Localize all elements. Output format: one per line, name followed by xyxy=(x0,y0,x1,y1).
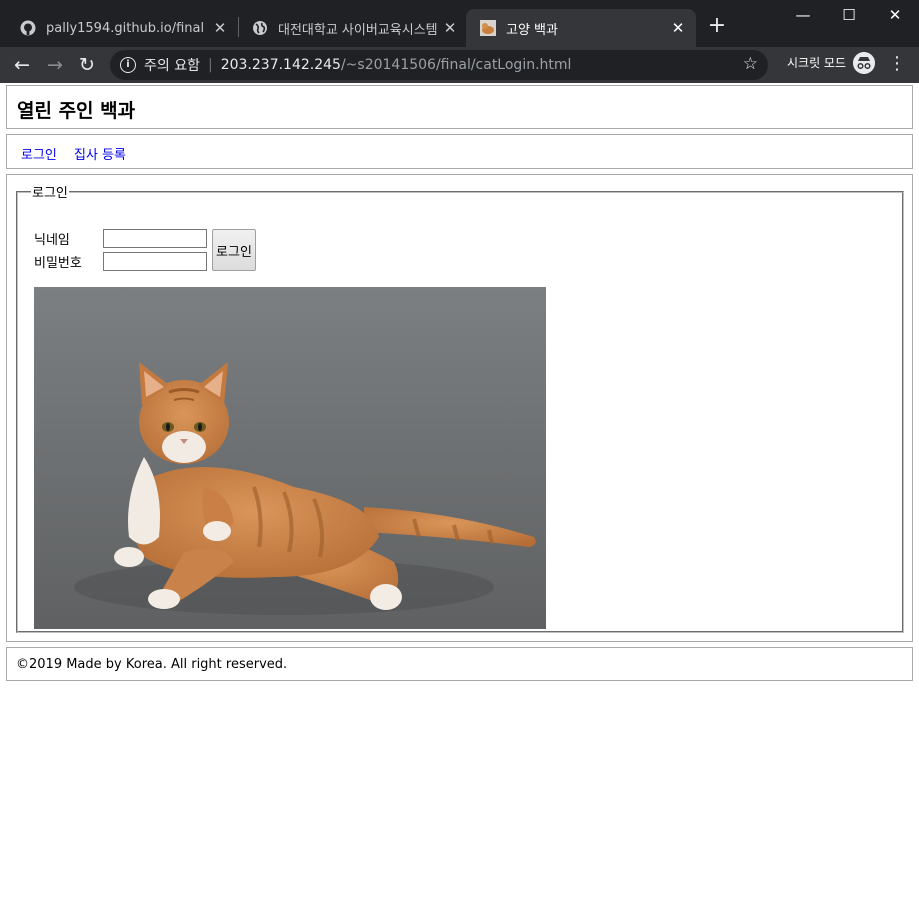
incognito-label: 시크릿 모드 xyxy=(787,56,847,70)
page-viewport: 열린 주인 백과 로그인 집사 등록 로그인 닉네임 비밀번호 로그인 ©201… xyxy=(0,83,919,924)
close-window-button[interactable]: ✕ xyxy=(872,3,918,29)
new-tab-button[interactable]: + xyxy=(704,14,730,40)
site-nav: 로그인 집사 등록 xyxy=(6,134,913,169)
tab-close-icon[interactable]: ✕ xyxy=(438,19,462,37)
password-input[interactable] xyxy=(103,252,207,271)
browser-toolbar: ← → ↻ i 주의 요함 | 203.237.142.245/~s201415… xyxy=(0,47,919,83)
info-icon[interactable]: i xyxy=(120,57,136,73)
nav-link-login[interactable]: 로그인 xyxy=(21,144,57,163)
github-icon xyxy=(20,20,36,36)
globe-icon xyxy=(253,21,267,35)
incognito-icon[interactable] xyxy=(853,52,875,74)
tab-title: 고양 백과 xyxy=(506,22,558,38)
copyright-text: ©2019 Made by Korea. All right reserved. xyxy=(16,657,288,672)
tab-cat-encyclopedia[interactable]: 고양 백과 ✕ xyxy=(466,9,696,47)
bookmark-star-icon[interactable]: ☆ xyxy=(743,54,758,74)
cat-illustration xyxy=(34,287,546,629)
login-fieldset: 로그인 닉네임 비밀번호 로그인 xyxy=(16,182,904,633)
url-path: /~s20141506/final/catLogin.html xyxy=(340,57,572,73)
cat-favicon-icon xyxy=(480,20,496,36)
reload-icon[interactable]: ↻ xyxy=(74,52,100,78)
login-submit-button[interactable]: 로그인 xyxy=(212,229,256,271)
page-title: 열린 주인 백과 xyxy=(17,100,136,122)
minimize-button[interactable]: — xyxy=(780,3,826,29)
forward-arrow-icon[interactable]: → xyxy=(42,52,68,78)
back-arrow-icon[interactable]: ← xyxy=(9,52,35,78)
cat-photo xyxy=(34,287,546,629)
browser-tab-bar: pally1594.github.io/final at ma ✕ 대전대학교 … xyxy=(0,0,919,47)
nav-link-register-butler[interactable]: 집사 등록 xyxy=(74,144,126,163)
nickname-input[interactable] xyxy=(103,229,207,248)
login-legend: 로그인 xyxy=(32,186,68,201)
nickname-label: 닉네임 xyxy=(34,233,70,248)
password-label: 비밀번호 xyxy=(34,256,82,271)
address-divider: | xyxy=(207,57,213,73)
security-warning-label: 주의 요함 xyxy=(144,58,200,74)
url-host: 203.237.142.245 xyxy=(220,57,341,73)
tab-close-icon[interactable]: ✕ xyxy=(208,19,232,37)
browser-menu-icon[interactable]: ⋮ xyxy=(888,53,906,77)
maximize-button[interactable]: ☐ xyxy=(826,3,872,29)
address-bar[interactable]: i 주의 요함 | 203.237.142.245/~s20141506/fin… xyxy=(110,50,768,80)
site-header: 열린 주인 백과 xyxy=(6,85,913,129)
main-section: 로그인 닉네임 비밀번호 로그인 xyxy=(6,174,913,642)
tab-close-icon[interactable]: ✕ xyxy=(666,19,690,37)
tab-title: 대전대학교 사이버교육시스템 xyxy=(278,22,438,38)
tab-cyber-education[interactable]: 대전대학교 사이버교육시스템 ✕ xyxy=(232,9,468,47)
tab-github[interactable]: pally1594.github.io/final at ma ✕ xyxy=(0,9,238,47)
tab-title: pally1594.github.io/final at ma xyxy=(46,20,208,36)
site-footer: ©2019 Made by Korea. All right reserved. xyxy=(6,647,913,681)
